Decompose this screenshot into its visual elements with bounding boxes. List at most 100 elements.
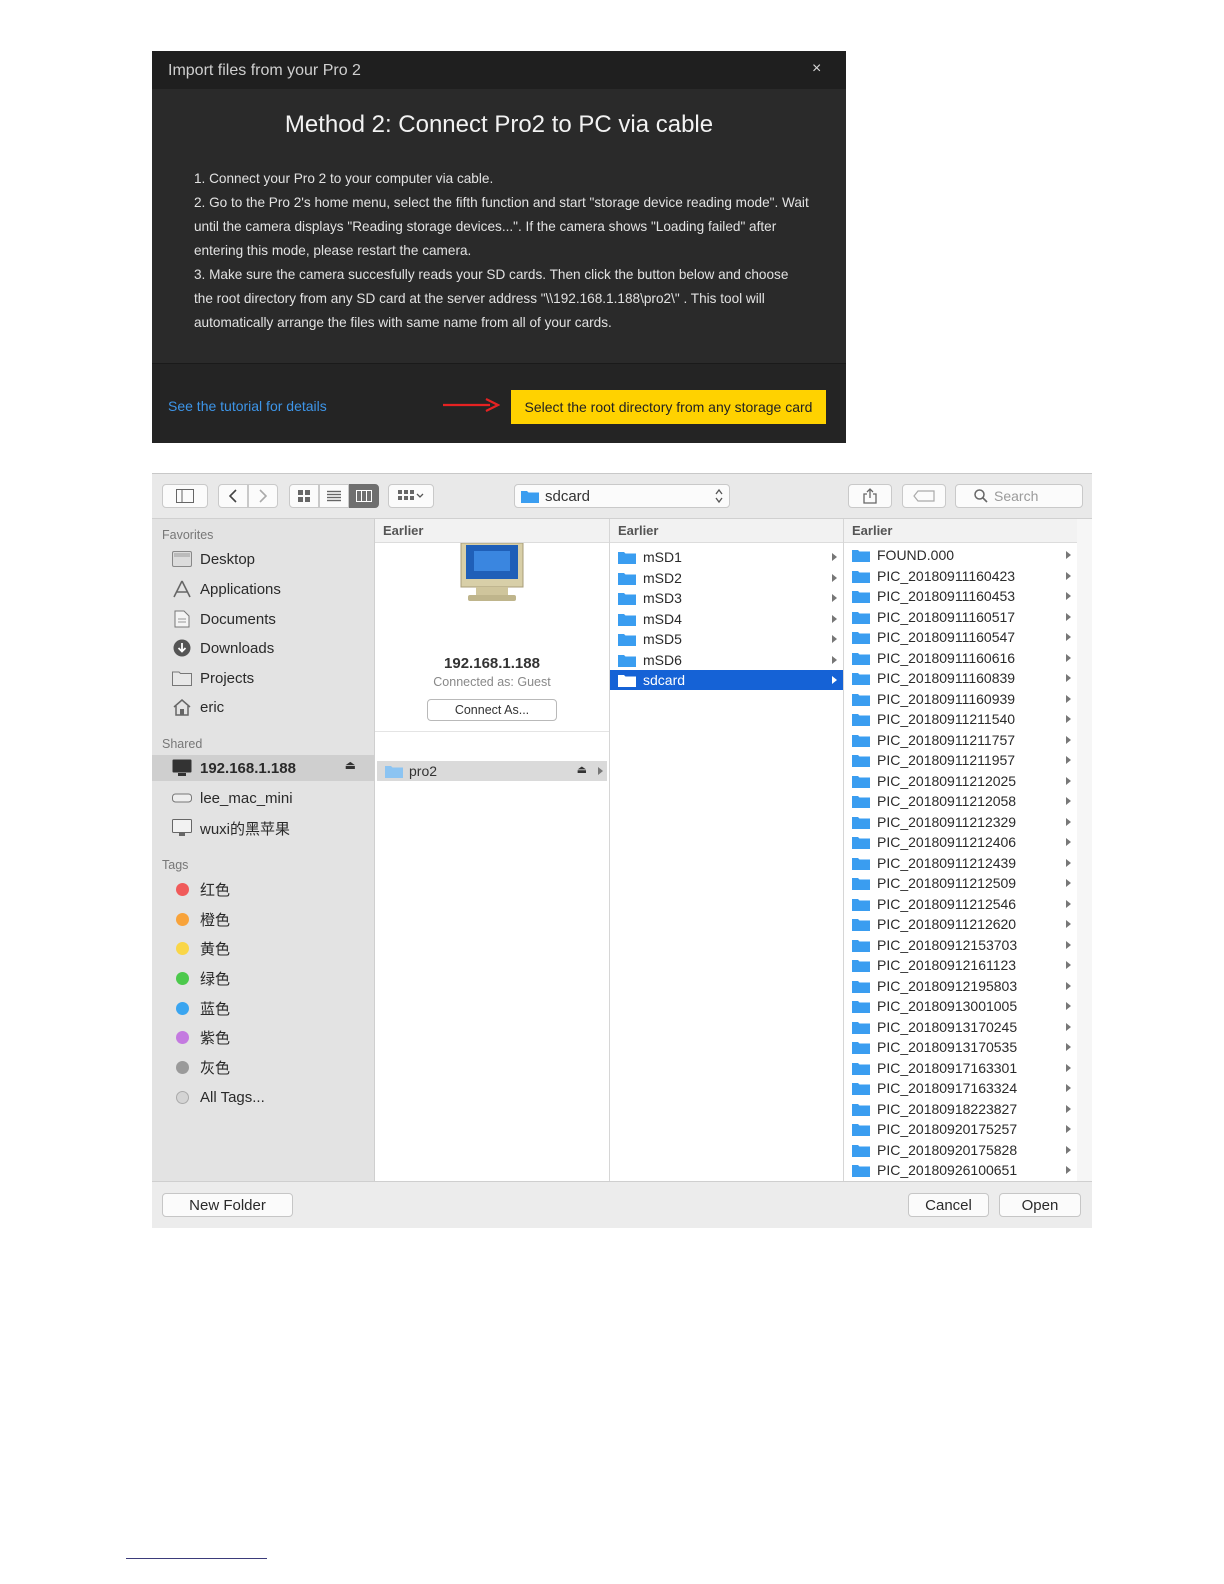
chevron-right-icon xyxy=(1066,879,1071,887)
eject-icon[interactable]: ⏏ xyxy=(577,763,587,776)
eject-icon[interactable]: ⏏ xyxy=(345,758,356,772)
list-item[interactable]: PIC_20180911160839 xyxy=(844,668,1077,688)
sidebar-item-label: Documents xyxy=(200,610,276,628)
sidebar-toggle-button[interactable] xyxy=(162,484,208,508)
connect-as-button[interactable]: Connect As... xyxy=(427,699,557,721)
folder-icon xyxy=(852,714,870,726)
list-item[interactable]: mSD5 xyxy=(610,629,843,649)
chevron-right-icon xyxy=(1066,838,1071,846)
tag-item-purple[interactable]: 紫色 xyxy=(152,1024,374,1050)
chevron-right-icon xyxy=(1066,858,1071,867)
back-button[interactable] xyxy=(218,484,248,508)
sidebar-item-downloads[interactable]: Downloads xyxy=(152,635,374,661)
sidebar-item-eric[interactable]: eric xyxy=(152,694,374,720)
list-item[interactable]: PIC_20180926100651 xyxy=(844,1160,1077,1180)
tag-button[interactable] xyxy=(902,484,946,508)
icon-view-button[interactable] xyxy=(289,484,319,508)
path-popup[interactable]: sdcard xyxy=(514,484,730,508)
tag-item-yellow[interactable]: 黄色 xyxy=(152,935,374,961)
tag-item-blue[interactable]: 蓝色 xyxy=(152,995,374,1021)
open-button[interactable]: Open xyxy=(999,1193,1081,1217)
list-item[interactable]: PIC_20180911160939 xyxy=(844,689,1077,709)
folder-icon xyxy=(852,816,870,829)
share-item-pro2[interactable]: pro2 ⏏ xyxy=(377,761,607,781)
list-item[interactable]: PIC_20180911160547 xyxy=(844,627,1077,647)
list-item[interactable]: mSD1 xyxy=(610,547,843,567)
list-item[interactable]: PIC_20180911212058 xyxy=(844,791,1077,811)
list-item[interactable]: PIC_20180912161123 xyxy=(844,955,1077,975)
tag-label: All Tags... xyxy=(200,1088,265,1106)
applications-icon xyxy=(170,578,194,600)
list-item[interactable]: PIC_20180920175257 xyxy=(844,1119,1077,1139)
column-sdcard: Earlier FOUND.000 PIC_20180911160423 PIC_2… xyxy=(844,519,1078,1181)
list-item[interactable]: PIC_20180913001005 xyxy=(844,996,1077,1016)
list-item[interactable]: PIC_20180911211540 xyxy=(844,709,1077,729)
tag-item-gray[interactable]: 灰色 xyxy=(152,1054,374,1080)
column-view-button[interactable] xyxy=(349,484,379,508)
list-item[interactable]: PIC_20180911211757 xyxy=(844,730,1077,750)
list-item[interactable]: mSD4 xyxy=(610,609,843,629)
list-item[interactable]: mSD6 xyxy=(610,650,843,670)
list-item[interactable]: PIC_20180911211957 xyxy=(844,750,1077,770)
list-item[interactable]: PIC_20180917163324 xyxy=(844,1078,1077,1098)
close-icon[interactable]: × xyxy=(812,60,821,78)
group-by-button[interactable] xyxy=(388,484,434,508)
list-item[interactable]: PIC_20180911212329 xyxy=(844,812,1077,832)
tag-item-red[interactable]: 红色 xyxy=(152,876,374,902)
tag-item-all-tags[interactable]: All Tags... xyxy=(152,1084,374,1110)
folder-icon xyxy=(618,634,636,646)
sidebar-item-applications[interactable]: Applications xyxy=(152,576,374,602)
list-item[interactable]: PIC_20180917163301 xyxy=(844,1058,1077,1078)
list-item-label: FOUND.000 xyxy=(877,547,955,563)
forward-button[interactable] xyxy=(248,484,278,508)
sidebar-item-documents[interactable]: Documents xyxy=(152,606,374,632)
sidebar-item-wuxi[interactable]: wuxi的黑苹果 xyxy=(152,815,374,841)
list-item[interactable]: PIC_20180912195803 xyxy=(844,976,1077,996)
updown-chevron-icon xyxy=(715,488,723,504)
folder-icon xyxy=(852,652,870,665)
folder-icon xyxy=(852,980,870,993)
list-item[interactable]: sdcard xyxy=(610,670,843,690)
list-item[interactable]: PIC_20180911212620 xyxy=(844,914,1077,934)
search-field[interactable]: Search xyxy=(955,484,1083,508)
sidebar-item-desktop[interactable]: Desktop xyxy=(152,546,374,572)
new-folder-button[interactable]: New Folder xyxy=(162,1193,293,1217)
list-item[interactable]: mSD2 xyxy=(610,568,843,588)
list-item-label: sdcard xyxy=(643,672,686,688)
chevron-right-icon xyxy=(1066,715,1071,723)
chevron-right-icon xyxy=(1066,674,1071,682)
vertical-scrollbar[interactable] xyxy=(1077,519,1092,1181)
tag-label: 绿色 xyxy=(200,970,231,988)
list-item[interactable]: FOUND.000 xyxy=(844,545,1077,565)
list-item[interactable]: PIC_20180911212509 xyxy=(844,873,1077,893)
chevron-right-icon xyxy=(1066,735,1071,744)
tutorial-link[interactable]: See the tutorial for details xyxy=(168,398,327,414)
list-item[interactable]: PIC_20180918223827 xyxy=(844,1099,1077,1119)
list-item[interactable]: PIC_20180913170245 xyxy=(844,1017,1077,1037)
cancel-button[interactable]: Cancel xyxy=(908,1193,989,1217)
list-item[interactable]: PIC_20180911160517 xyxy=(844,607,1077,627)
list-item[interactable]: PIC_20180911212546 xyxy=(844,894,1077,914)
share-button[interactable] xyxy=(848,484,892,508)
select-root-directory-button[interactable]: Select the root directory from any stora… xyxy=(511,390,826,424)
list-item[interactable]: PIC_20180920175828 xyxy=(844,1140,1077,1160)
chevron-right-icon xyxy=(832,614,837,623)
list-item[interactable]: PIC_20180911212439 xyxy=(844,853,1077,873)
list-item[interactable]: PIC_20180911212406 xyxy=(844,832,1077,852)
list-item[interactable]: mSD3 xyxy=(610,588,843,608)
downloads-icon xyxy=(170,637,194,659)
list-item[interactable]: PIC_20180911160453 xyxy=(844,586,1077,606)
list-item[interactable]: PIC_20180911212025 xyxy=(844,771,1077,791)
list-item[interactable]: PIC_20180913170535 xyxy=(844,1037,1077,1057)
sidebar-item-lee-mac-mini[interactable]: lee_mac_mini xyxy=(152,785,374,811)
list-item[interactable]: PIC_20180912153703 xyxy=(844,935,1077,955)
list-item[interactable]: PIC_20180911160616 xyxy=(844,648,1077,668)
list-view-button[interactable] xyxy=(319,484,349,508)
sidebar-item-192-168-1-188[interactable]: 192.168.1.188 ⏏ xyxy=(152,755,374,781)
list-item-label: mSD3 xyxy=(643,590,682,606)
tag-item-orange[interactable]: 橙色 xyxy=(152,906,374,932)
tag-item-green[interactable]: 绿色 xyxy=(152,965,374,991)
list-item[interactable]: PIC_20180911160423 xyxy=(844,566,1077,586)
sidebar-item-projects[interactable]: Projects xyxy=(152,665,374,691)
file-open-panel: sdcard Search Favorites Desktop Applicat… xyxy=(152,473,1092,1228)
